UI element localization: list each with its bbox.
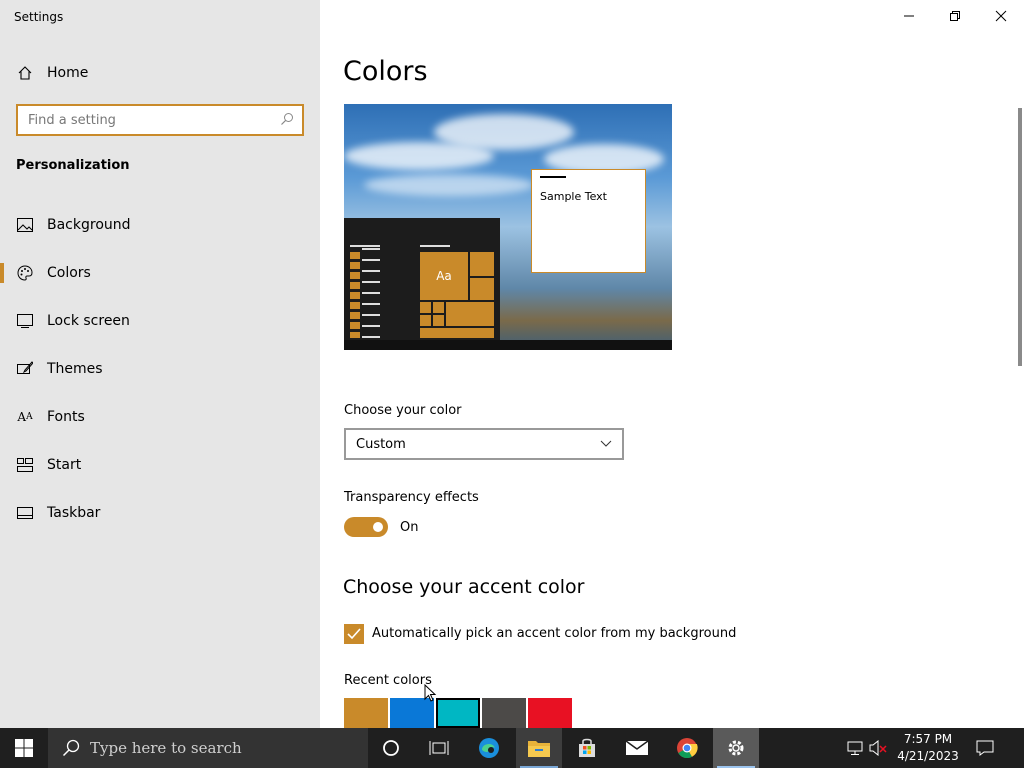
checkmark-icon [347,628,361,640]
sidebar-item-colors[interactable]: Colors [0,253,320,293]
recent-color-swatch[interactable] [528,698,572,728]
task-view-button[interactable] [416,728,462,768]
choose-color-dropdown[interactable]: Custom [344,428,624,460]
recent-color-swatch[interactable] [482,698,526,728]
sidebar-item-fonts[interactable]: AA Fonts [0,397,320,437]
edge-browser-icon [479,738,499,758]
sidebar-item-themes[interactable]: Themes [0,349,320,389]
accent-color-heading: Choose your accent color [343,576,585,598]
window-title: Settings [14,10,64,24]
minimize-icon [904,15,914,17]
cortana-button[interactable] [368,728,414,768]
recent-colors-label: Recent colors [344,673,432,688]
sidebar-item-taskbar[interactable]: Taskbar [0,493,320,533]
dropdown-selected-value: Custom [356,436,406,452]
restore-button[interactable] [932,0,978,32]
taskbar-store-button[interactable] [564,728,610,768]
scrollbar-thumb[interactable] [1018,108,1022,366]
taskbar-clock[interactable]: 7:57 PM 4/21/2023 [890,731,966,765]
taskbar-mail-button[interactable] [614,728,660,768]
sidebar-item-label: Background [47,217,131,233]
home-icon [16,64,34,82]
taskbar-file-explorer-button[interactable] [516,728,562,768]
recent-color-swatch[interactable] [344,698,388,728]
sidebar-item-lock-screen[interactable]: Lock screen [0,301,320,341]
preview-start-menu: Aa [344,218,500,342]
auto-accent-label[interactable]: Automatically pick an accent color from … [372,626,736,641]
start-tiles-icon [16,456,34,474]
restore-icon [950,11,960,21]
minimize-button[interactable] [886,0,932,32]
color-preview: Aa Sample Text [344,104,672,350]
clock-time: 7:57 PM [903,732,953,746]
transparency-toggle[interactable] [344,517,388,537]
home-label: Home [47,65,89,81]
personalization-heading: Personalization [16,158,130,173]
sidebar: Settings Home Personalization Background… [0,0,320,728]
volume-muted-icon [869,740,887,756]
sidebar-item-label: Lock screen [47,313,130,329]
gear-icon [728,740,744,756]
close-button[interactable] [978,0,1024,32]
clock-date: 4/21/2023 [897,749,959,763]
preview-sample-window: Sample Text [531,169,646,273]
taskbar-edge-button[interactable] [466,728,512,768]
sidebar-item-label: Taskbar [47,505,101,521]
task-view-icon [429,741,449,755]
taskbar-search-box[interactable]: Type here to search [48,728,368,768]
choose-color-label: Choose your color [344,403,462,418]
transparency-label: Transparency effects [344,490,479,505]
brush-icon [16,360,34,378]
cortana-icon [383,740,399,756]
action-center-button[interactable] [962,728,1008,768]
lock-screen-icon [16,312,34,330]
auto-accent-checkbox[interactable] [344,624,364,644]
taskbar: Type here to search 7:57 PM 4/21/2023 [0,728,1024,768]
preview-tile: Aa [420,252,468,300]
sidebar-item-start[interactable]: Start [0,445,320,485]
taskbar-chrome-button[interactable] [664,728,710,768]
store-bag-icon [579,738,595,757]
find-setting-search-box[interactable] [16,104,304,136]
start-button[interactable] [0,728,48,768]
windows-logo-icon [15,739,33,757]
search-icon[interactable] [280,111,294,130]
transparency-state: On [400,520,419,535]
search-icon [62,739,80,757]
recent-color-swatch[interactable] [436,698,480,728]
sidebar-item-label: Start [47,457,82,473]
chevron-down-icon [600,440,612,447]
taskbar-icon [16,504,34,522]
palette-icon [16,264,34,282]
sample-text: Sample Text [540,190,607,203]
folder-icon [528,741,550,757]
page-title: Colors [343,56,428,87]
notification-icon [976,740,994,756]
chrome-icon [677,738,698,759]
sidebar-item-label: Colors [47,265,91,281]
font-icon: AA [17,410,33,424]
sidebar-item-background[interactable]: Background [0,205,320,245]
mail-icon [625,740,649,755]
sidebar-item-label: Themes [47,361,103,377]
taskbar-settings-button[interactable] [713,728,759,768]
mouse-cursor-icon [424,684,437,702]
close-icon [995,10,1007,22]
home-nav-item[interactable]: Home [16,64,88,82]
find-setting-input[interactable] [28,112,268,128]
sidebar-item-label: Fonts [47,409,85,425]
taskbar-search-placeholder: Type here to search [90,739,242,757]
image-icon [16,216,34,234]
